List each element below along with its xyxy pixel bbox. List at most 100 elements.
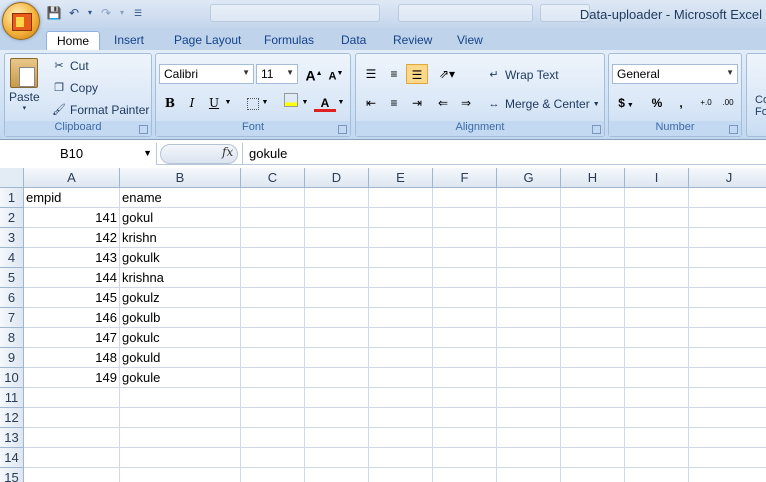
undo-dropdown-icon[interactable]: ▾ — [86, 5, 94, 21]
cell-empty[interactable] — [561, 428, 625, 448]
fill-color-icon[interactable] — [280, 93, 302, 113]
cell-empid[interactable]: 147 — [24, 328, 120, 348]
cell-ename[interactable] — [120, 388, 241, 408]
cell-empid[interactable]: 142 — [24, 228, 120, 248]
redo-dropdown-icon[interactable]: ▾ — [118, 5, 126, 21]
cell-empty[interactable] — [625, 228, 689, 248]
paste-button[interactable]: Paste ▾ — [9, 58, 40, 112]
cell-empty[interactable] — [305, 468, 369, 482]
orientation-icon[interactable]: ⇗▾ — [432, 64, 462, 84]
column-header-h[interactable]: H — [561, 168, 625, 188]
row-header[interactable]: 13 — [0, 428, 24, 448]
align-left-icon[interactable]: ⇤ — [360, 93, 382, 113]
number-format-combo[interactable]: General ▼ — [612, 64, 738, 84]
cell-empty[interactable] — [561, 248, 625, 268]
column-header-e[interactable]: E — [369, 168, 433, 188]
cell-empty[interactable] — [497, 308, 561, 328]
cell-empty[interactable] — [689, 448, 766, 468]
cell-empty[interactable] — [305, 308, 369, 328]
cell-empty[interactable] — [689, 468, 766, 482]
cell-empty[interactable] — [305, 448, 369, 468]
cell-empty[interactable] — [497, 228, 561, 248]
cell-empty[interactable] — [561, 308, 625, 328]
tab-review[interactable]: Review — [383, 31, 442, 50]
cell-empid[interactable] — [24, 408, 120, 428]
cell-empty[interactable] — [369, 468, 433, 482]
row-header[interactable]: 1 — [0, 188, 24, 208]
cell-empty[interactable] — [689, 288, 766, 308]
alignment-dialog-launcher-icon[interactable] — [592, 125, 601, 134]
cell-empid[interactable] — [24, 388, 120, 408]
cell-empty[interactable] — [433, 188, 497, 208]
font-color-button[interactable]: A — [314, 93, 336, 112]
cell-empty[interactable] — [561, 368, 625, 388]
cell-empty[interactable] — [625, 208, 689, 228]
cell-ename[interactable]: gokul — [120, 208, 241, 228]
cell-empty[interactable] — [433, 308, 497, 328]
row-header[interactable]: 15 — [0, 468, 24, 482]
cell-empty[interactable] — [689, 368, 766, 388]
cell-empty[interactable] — [689, 208, 766, 228]
cell-empty[interactable] — [561, 288, 625, 308]
cell-ename[interactable]: gokulz — [120, 288, 241, 308]
cell-empty[interactable] — [689, 268, 766, 288]
cell-empty[interactable] — [625, 388, 689, 408]
cell-empty[interactable] — [625, 328, 689, 348]
cell-empty[interactable] — [241, 428, 305, 448]
column-header-j[interactable]: J — [689, 168, 766, 188]
row-header[interactable]: 3 — [0, 228, 24, 248]
cell-empty[interactable] — [689, 188, 766, 208]
cell-empid[interactable]: 149 — [24, 368, 120, 388]
cell-empty[interactable] — [689, 328, 766, 348]
row-header[interactable]: 5 — [0, 268, 24, 288]
insert-function-icon[interactable]: fx — [222, 145, 233, 159]
decrease-decimal-button[interactable]: .00 — [717, 93, 739, 113]
cell-empty[interactable] — [433, 288, 497, 308]
cell-empty[interactable] — [561, 268, 625, 288]
row-header[interactable]: 9 — [0, 348, 24, 368]
row-header[interactable]: 8 — [0, 328, 24, 348]
cell-empty[interactable] — [561, 348, 625, 368]
column-header-a[interactable]: A — [24, 168, 120, 188]
name-box[interactable]: B10 ▼ — [0, 143, 157, 165]
clipboard-dialog-launcher-icon[interactable] — [139, 125, 148, 134]
cell-empty[interactable] — [625, 408, 689, 428]
bold-button[interactable]: B — [159, 93, 181, 113]
cell-empty[interactable] — [241, 188, 305, 208]
cell-empty[interactable] — [305, 428, 369, 448]
cell-empty[interactable] — [433, 388, 497, 408]
cell-empid[interactable] — [24, 468, 120, 482]
cell-empty[interactable] — [241, 228, 305, 248]
cell-empty[interactable] — [497, 428, 561, 448]
cell-empty[interactable] — [497, 348, 561, 368]
chevron-down-icon[interactable]: ▼ — [336, 93, 346, 113]
cell-empty[interactable] — [497, 388, 561, 408]
cell-empty[interactable] — [305, 288, 369, 308]
cell-empty[interactable] — [369, 408, 433, 428]
cell-empty[interactable] — [561, 228, 625, 248]
cell-ename[interactable]: gokule — [120, 368, 241, 388]
cell-empty[interactable] — [369, 428, 433, 448]
cell-empty[interactable] — [369, 348, 433, 368]
cell-empty[interactable] — [497, 328, 561, 348]
cell-empid[interactable]: 143 — [24, 248, 120, 268]
cell-empty[interactable] — [241, 408, 305, 428]
cell-empty[interactable] — [241, 328, 305, 348]
comma-button[interactable]: , — [670, 93, 692, 113]
chevron-down-icon[interactable]: ▼ — [223, 93, 233, 113]
office-button[interactable] — [2, 2, 40, 40]
cell-empty[interactable] — [497, 268, 561, 288]
wrap-text-button[interactable]: ↵ Wrap Text — [486, 67, 558, 83]
cell-empid[interactable]: 148 — [24, 348, 120, 368]
cell-empty[interactable] — [433, 248, 497, 268]
cell-empty[interactable] — [625, 368, 689, 388]
cell-empty[interactable] — [305, 388, 369, 408]
cell-ename[interactable]: ename — [120, 188, 241, 208]
cell-ename[interactable] — [120, 468, 241, 482]
copy-button[interactable]: ❐ Copy — [51, 80, 98, 96]
cell-empty[interactable] — [433, 428, 497, 448]
cell-empty[interactable] — [241, 268, 305, 288]
cell-empty[interactable] — [689, 308, 766, 328]
cell-empty[interactable] — [433, 348, 497, 368]
cell-empid[interactable] — [24, 448, 120, 468]
